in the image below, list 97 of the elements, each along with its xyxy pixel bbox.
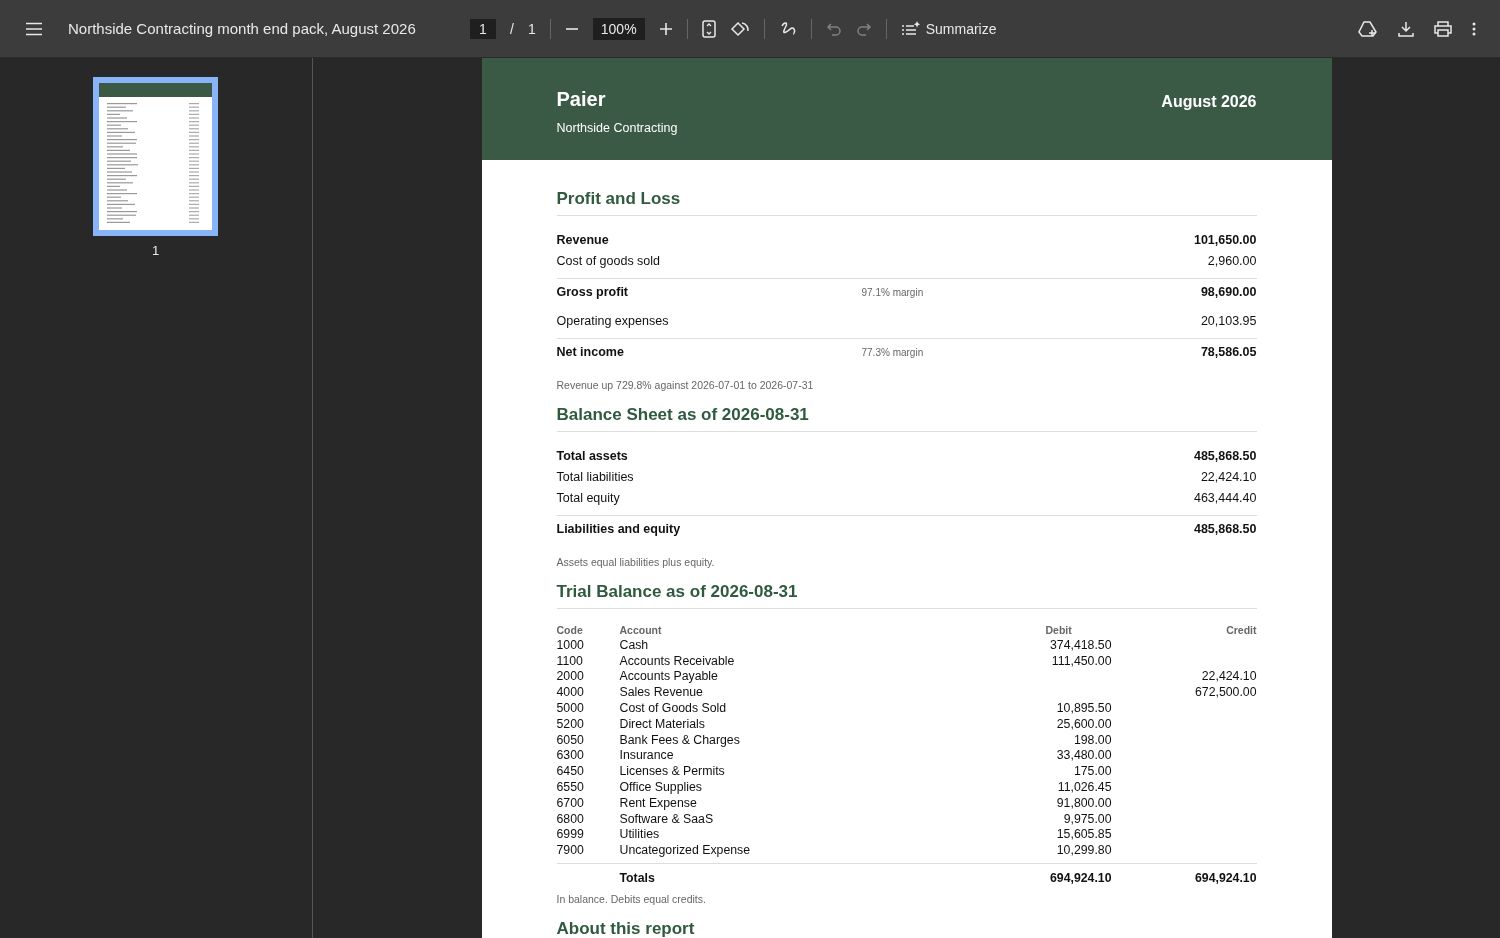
table-cell-text: 6050 [556, 732, 585, 747]
table-cell-text: Office Supplies [619, 779, 703, 794]
table-cell-text: 6550 [556, 779, 585, 794]
table-cell: 111,450.00 [1051, 653, 1112, 668]
table-cell: 91,800.00 [1056, 795, 1112, 810]
page-thumbnail[interactable] [93, 77, 218, 236]
table-cell-text: 5200 [556, 716, 585, 731]
table-cell-text: Insurance [619, 748, 675, 763]
table-cell-text: Software & SaaS [619, 811, 715, 826]
line-item-label: Total assets [556, 449, 629, 463]
table-cell: 25,600.00 [1056, 716, 1112, 731]
table-cell: 11,026.45 [1057, 779, 1112, 794]
line-item-label: Liabilities and equity [556, 522, 682, 536]
table-cell: 175.00 [1073, 764, 1112, 779]
summarize-icon [900, 20, 921, 37]
table-cell-text: 6300 [556, 748, 585, 763]
line-item-value: 101,650.00 [1192, 233, 1257, 247]
table-cell-text: 5000 [556, 701, 585, 715]
table-cell-text: Utilities [619, 827, 661, 842]
table-cell-text: Cost of Goods Sold [619, 701, 728, 715]
download-icon[interactable] [1398, 20, 1414, 37]
footnote: Revenue up 729.8% against 2026-07-01 to 2026-07-31 [556, 379, 815, 391]
table-cell-text: Cash [619, 637, 650, 652]
brand-name: Paier [556, 88, 607, 111]
table-cell: 694,924.10 [1111, 862, 1257, 885]
summarize-button[interactable]: Summarize [900, 20, 997, 37]
print-icon[interactable] [1434, 20, 1452, 37]
table-cell: 9,975.00 [1063, 811, 1112, 826]
line-item-value: 78,586.05 [1199, 345, 1257, 359]
line-item-label: Total equity [556, 491, 621, 505]
table-cell: 15,605.85 [1056, 827, 1112, 842]
table-cell: 672,500.00 [1194, 685, 1257, 700]
menu-icon[interactable] [25, 21, 43, 36]
table-cell-text: 4000 [556, 685, 585, 700]
line-item-label: Revenue [556, 233, 610, 247]
table-cell: 694,924.10 [981, 862, 1112, 885]
line-item-value: 98,690.00 [1199, 285, 1257, 299]
table-cell-text: 2000 [556, 669, 585, 684]
section-heading: Balance Sheet as of 2026-08-31 [556, 405, 1257, 432]
line-item-value: 2,960.00 [1206, 254, 1257, 268]
totals-label: Totals [619, 862, 982, 885]
table-cell: 10,895.50 [1056, 701, 1112, 715]
table-cell: 33,480.00 [1056, 748, 1112, 763]
table-cell-text: Direct Materials [619, 716, 706, 731]
table-cell-text: 6999 [556, 827, 585, 842]
line-item-label: Cost of goods sold [556, 254, 662, 268]
footnote: In balance. Debits equal credits. [556, 892, 707, 905]
column-header: Credit [1225, 624, 1257, 636]
margin-note: 97.1% margin [861, 286, 924, 298]
rotate-icon[interactable] [729, 19, 750, 38]
table-cell-text: Accounts Receivable [619, 653, 736, 668]
table-cell-text: 1100 [556, 653, 584, 668]
table-cell-text: 6800 [556, 811, 585, 826]
margin-note: 77.3% margin [861, 346, 924, 358]
drive-add-icon[interactable] [1358, 19, 1378, 38]
line-item-value: 463,444.40 [1192, 491, 1257, 505]
table-cell: 10,299.80 [1056, 843, 1112, 858]
draw-icon[interactable] [778, 19, 797, 38]
page-separator: / [510, 20, 514, 37]
table-cell-text: Bank Fees & Charges [619, 732, 741, 747]
zoom-field[interactable]: 100% [592, 17, 645, 40]
table-cell-text: Sales Revenue [619, 685, 704, 700]
line-item-value: 485,868.50 [1192, 449, 1257, 463]
table-cell-text: Rent Expense [619, 795, 698, 810]
table-cell-text: Licenses & Permits [619, 764, 726, 779]
page-number-label: 1 [151, 243, 160, 258]
section-heading: About this report [556, 918, 696, 938]
line-item-value: 22,424.10 [1199, 470, 1257, 484]
more-icon[interactable] [1472, 21, 1476, 36]
column-header: Account [619, 624, 663, 636]
column-header: Debit [1044, 624, 1073, 636]
table-cell-text: 1000 [556, 637, 585, 652]
line-item-label: Operating expenses [556, 314, 670, 328]
document-title: Northside Contracting month end pack, August 2026 [68, 20, 416, 37]
section-heading: Trial Balance as of 2026-08-31 [556, 582, 1257, 609]
table-cell-text: 6450 [556, 764, 585, 779]
section-heading: Profit and Loss [556, 189, 1257, 216]
fit-page-icon[interactable] [701, 19, 716, 38]
column-header: Code [556, 624, 584, 636]
table-cell: 374,418.50 [1049, 637, 1112, 652]
line-item-value: 485,868.50 [1192, 522, 1257, 536]
table-cell-text: Uncategorized Expense [619, 843, 752, 858]
zoom-in-icon[interactable] [658, 21, 673, 36]
line-item-label: Total liabilities [556, 470, 635, 484]
line-item-label: Net income [556, 345, 625, 359]
table-cell-text: Accounts Payable [619, 669, 719, 684]
page-count: 1 [527, 20, 536, 37]
company-name: Northside Contracting [556, 121, 678, 135]
report-period: August 2026 [1161, 93, 1257, 112]
footnote: Assets equal liabilities plus equity. [556, 556, 716, 568]
table-cell-text: 7900 [556, 843, 585, 858]
table-cell: 198.00 [1073, 732, 1112, 747]
line-item-value: 20,103.95 [1199, 314, 1257, 328]
table-cell: 22,424.10 [1201, 669, 1257, 684]
line-item-label: Gross profit [556, 285, 630, 299]
page-number-field[interactable]: 1 [470, 18, 496, 39]
table-cell-text: 6700 [556, 795, 585, 810]
